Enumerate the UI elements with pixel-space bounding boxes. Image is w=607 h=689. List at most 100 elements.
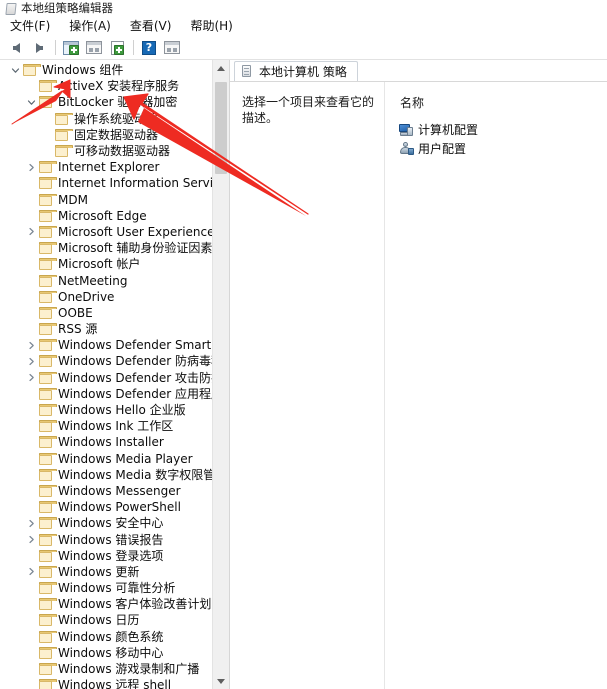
folder-icon	[55, 112, 73, 125]
list-item-user-configuration[interactable]: 用户配置	[399, 139, 607, 158]
tree-item[interactable]: Windows Defender SmartScree	[0, 337, 212, 353]
tree-item[interactable]: Microsoft Edge	[0, 208, 212, 224]
tree-item[interactable]: Windows 安全中心	[0, 515, 212, 531]
toolbar-forward[interactable]	[28, 38, 50, 58]
chevron-right-icon[interactable]	[24, 357, 39, 366]
tree-item-label: OOBE	[58, 305, 93, 320]
toolbar-back[interactable]	[5, 38, 27, 58]
tree-item[interactable]: Windows 客户体验改善计划	[0, 596, 212, 612]
tree-item[interactable]: Windows Defender 应用程序防	[0, 386, 212, 402]
tree-item[interactable]: BitLocker 驱动器加密	[0, 94, 212, 110]
description-column: 选择一个项目来查看它的描述。	[230, 82, 385, 689]
folder-icon	[39, 355, 57, 368]
tree-item[interactable]: NetMeeting	[0, 272, 212, 288]
folder-icon	[39, 274, 57, 287]
tree-item[interactable]: Microsoft 辅助身份验证因素	[0, 240, 212, 256]
folder-icon	[39, 323, 57, 336]
tree-item-label: Microsoft 帐户	[58, 257, 141, 272]
chevron-right-icon[interactable]	[24, 535, 39, 544]
scroll-down-button[interactable]	[213, 673, 229, 689]
toolbar-export-list[interactable]	[106, 38, 128, 58]
tree-vertical-scrollbar[interactable]	[212, 60, 229, 689]
menu-view[interactable]: 查看(V)	[130, 16, 181, 35]
show-tree-icon	[63, 40, 79, 55]
tree-item-label: Windows 颜色系统	[58, 629, 164, 644]
tree-item[interactable]: Windows 远程 shell	[0, 677, 212, 689]
folder-icon	[39, 452, 57, 465]
tree-item[interactable]: Windows 登录选项	[0, 548, 212, 564]
tree-item[interactable]: Windows Media 数字权限管理	[0, 467, 212, 483]
toolbar-properties[interactable]	[83, 38, 105, 58]
tree-item-label: OneDrive	[58, 289, 115, 304]
chevron-right-icon[interactable]	[24, 519, 39, 528]
tree-item[interactable]: Windows 组件	[0, 62, 212, 78]
tree-item[interactable]: OneDrive	[0, 289, 212, 305]
tree-item[interactable]: Microsoft 帐户	[0, 256, 212, 272]
detail-body: 选择一个项目来查看它的描述。 名称 计算机配置 用户配置	[230, 82, 607, 689]
tree-item[interactable]: Windows 移动中心	[0, 645, 212, 661]
tree-item[interactable]: 可移动数据驱动器	[0, 143, 212, 159]
folder-icon	[39, 258, 57, 271]
folder-icon	[39, 339, 57, 352]
folder-icon	[55, 128, 73, 141]
folder-icon	[39, 549, 57, 562]
console-tree[interactable]: Windows 组件 ActiveX 安装程序服务 BitLocker 驱动器加密操…	[0, 60, 212, 689]
tree-item[interactable]: Windows Installer	[0, 434, 212, 450]
tree-item[interactable]: Windows Messenger	[0, 483, 212, 499]
tree-item[interactable]: 固定数据驱动器	[0, 127, 212, 143]
tree-item-label: Internet Explorer	[58, 160, 160, 175]
tree-item-label: Windows 登录选项	[58, 548, 164, 563]
tree-item[interactable]: Windows Defender 防病毒程序	[0, 353, 212, 369]
tree-item[interactable]: OOBE	[0, 305, 212, 321]
list-item-computer-configuration[interactable]: 计算机配置	[399, 120, 607, 139]
toolbar-separator-1	[55, 40, 56, 55]
tree-item-label: Windows PowerShell	[58, 500, 181, 515]
chevron-right-icon[interactable]	[24, 163, 39, 172]
tree-item-label: Microsoft Edge	[58, 208, 147, 223]
toolbar-show-detail-pane[interactable]	[161, 38, 183, 58]
chevron-right-icon[interactable]	[24, 341, 39, 350]
tree-item-label: Windows Defender 攻击防护	[58, 370, 212, 385]
tree-item[interactable]: Windows Hello 企业版	[0, 402, 212, 418]
toolbar: ?	[0, 36, 607, 60]
menu-action[interactable]: 操作(A)	[69, 16, 120, 35]
tree-item[interactable]: RSS 源	[0, 321, 212, 337]
chevron-right-icon[interactable]	[24, 567, 39, 576]
tree-item[interactable]: Internet Information Services	[0, 175, 212, 191]
tree-item[interactable]: Windows 日历	[0, 612, 212, 628]
folder-icon	[39, 80, 57, 93]
tab-local-computer-policy[interactable]: 本地计算机 策略	[234, 61, 358, 81]
tree-item[interactable]: MDM	[0, 192, 212, 208]
toolbar-show-hide-console-tree[interactable]	[60, 38, 82, 58]
tree-item[interactable]: Internet Explorer	[0, 159, 212, 175]
folder-icon	[39, 533, 57, 546]
tree-item[interactable]: Windows Media Player	[0, 451, 212, 467]
tree-item-label: NetMeeting	[58, 273, 128, 288]
tree-item[interactable]: ActiveX 安装程序服务	[0, 78, 212, 94]
toolbar-help[interactable]: ?	[138, 38, 160, 58]
tree-item[interactable]: Windows Ink 工作区	[0, 418, 212, 434]
tree-item[interactable]: Windows Defender 攻击防护	[0, 370, 212, 386]
chevron-right-icon[interactable]	[24, 227, 39, 236]
tree-item-label: Windows Ink 工作区	[58, 419, 174, 434]
chevron-right-icon[interactable]	[24, 373, 39, 382]
folder-icon	[39, 582, 57, 595]
folder-icon	[39, 517, 57, 530]
chevron-down-icon[interactable]	[24, 98, 39, 107]
menu-file[interactable]: 文件(F)	[10, 16, 59, 35]
tree-item[interactable]: Microsoft User Experience Virtu	[0, 224, 212, 240]
menu-help[interactable]: 帮助(H)	[190, 16, 241, 35]
scroll-up-button[interactable]	[213, 60, 229, 76]
scrollbar-thumb[interactable]	[215, 82, 227, 174]
tree-item[interactable]: Windows 游戏录制和广播	[0, 661, 212, 677]
folder-icon	[39, 290, 57, 303]
tree-item[interactable]: Windows 更新	[0, 564, 212, 580]
tree-item[interactable]: Windows PowerShell	[0, 499, 212, 515]
menu-bar: 文件(F) 操作(A) 查看(V) 帮助(H)	[0, 15, 607, 36]
scrollbar-track[interactable]	[213, 76, 229, 673]
chevron-down-icon[interactable]	[8, 66, 23, 75]
tree-item[interactable]: Windows 颜色系统	[0, 629, 212, 645]
tree-item[interactable]: Windows 可靠性分析	[0, 580, 212, 596]
tree-item[interactable]: 操作系统驱动器	[0, 111, 212, 127]
tree-item[interactable]: Windows 错误报告	[0, 531, 212, 547]
